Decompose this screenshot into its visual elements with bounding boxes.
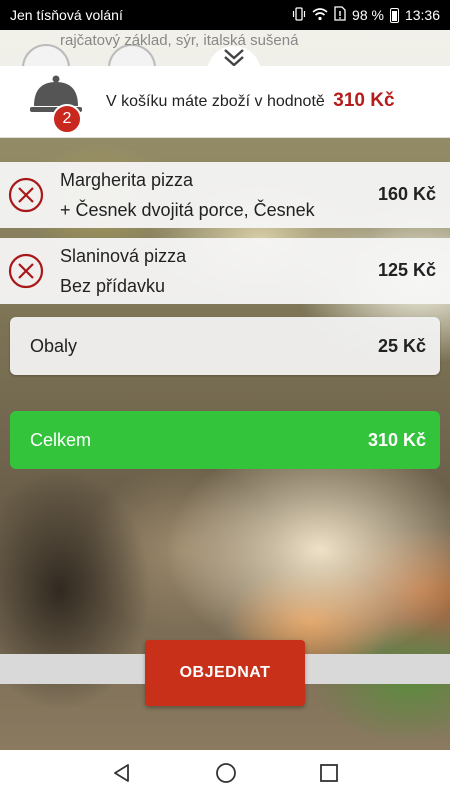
- recents-icon[interactable]: [319, 763, 339, 788]
- remove-item-button[interactable]: [8, 177, 44, 213]
- vibrate-icon: [292, 6, 306, 24]
- cart-summary-header: 2 V košíku máte zboží v hodnotě 310 Kč: [0, 66, 450, 138]
- item-name: Slaninová pizza: [60, 246, 187, 266]
- navigation-bar: [0, 750, 450, 800]
- order-button[interactable]: OBJEDNAT: [145, 640, 305, 706]
- back-icon[interactable]: [111, 762, 133, 789]
- carrier-text: Jen tísňová volání: [10, 7, 123, 23]
- packaging-label: Obaly: [30, 335, 78, 356]
- cart-icon-group: 2: [28, 72, 90, 134]
- item-name: Margherita pizza: [60, 170, 194, 190]
- item-price: 125 Kč: [377, 260, 436, 280]
- item-extras: Bez přídavku: [60, 276, 166, 296]
- home-icon[interactable]: [214, 761, 238, 790]
- battery-icon: [389, 7, 399, 23]
- item-extras: + Česnek dvojitá porce, Česnek: [60, 200, 315, 220]
- cart-item: Slaninová pizza Bez přídavku 125 Kč: [0, 238, 450, 304]
- cart-value-label: V košíku máte zboží v hodnotě: [106, 93, 325, 110]
- packaging-value: 25 Kč: [377, 335, 426, 356]
- battery-percent: 98 %: [352, 7, 384, 23]
- remove-item-button[interactable]: [8, 253, 44, 289]
- packaging-row: Obaly 25 Kč: [10, 317, 440, 375]
- clock: 13:36: [404, 7, 440, 23]
- status-bar: Jen tísňová volání 98 % 13:36: [0, 0, 450, 30]
- sim-alert-icon: [334, 6, 346, 24]
- remove-circle-icon: [8, 177, 44, 213]
- cart-item: Margherita pizza + Česnek dvojitá porce,…: [0, 162, 450, 228]
- cart-value-text: V košíku máte zboží v hodnotě 310 Kč: [106, 90, 395, 112]
- cart-total-value: 310 Kč: [333, 90, 395, 111]
- total-value: 310 Kč: [367, 429, 426, 450]
- remove-circle-icon: [8, 253, 44, 289]
- cart-count-badge: 2: [52, 104, 82, 134]
- total-label: Celkem: [30, 429, 92, 450]
- item-price: 160 Kč: [377, 184, 436, 204]
- wifi-icon: [312, 7, 328, 24]
- menu-item-description: rajčatový základ, sýr, italská sušená: [60, 32, 299, 49]
- total-row: Celkem 310 Kč: [10, 411, 440, 469]
